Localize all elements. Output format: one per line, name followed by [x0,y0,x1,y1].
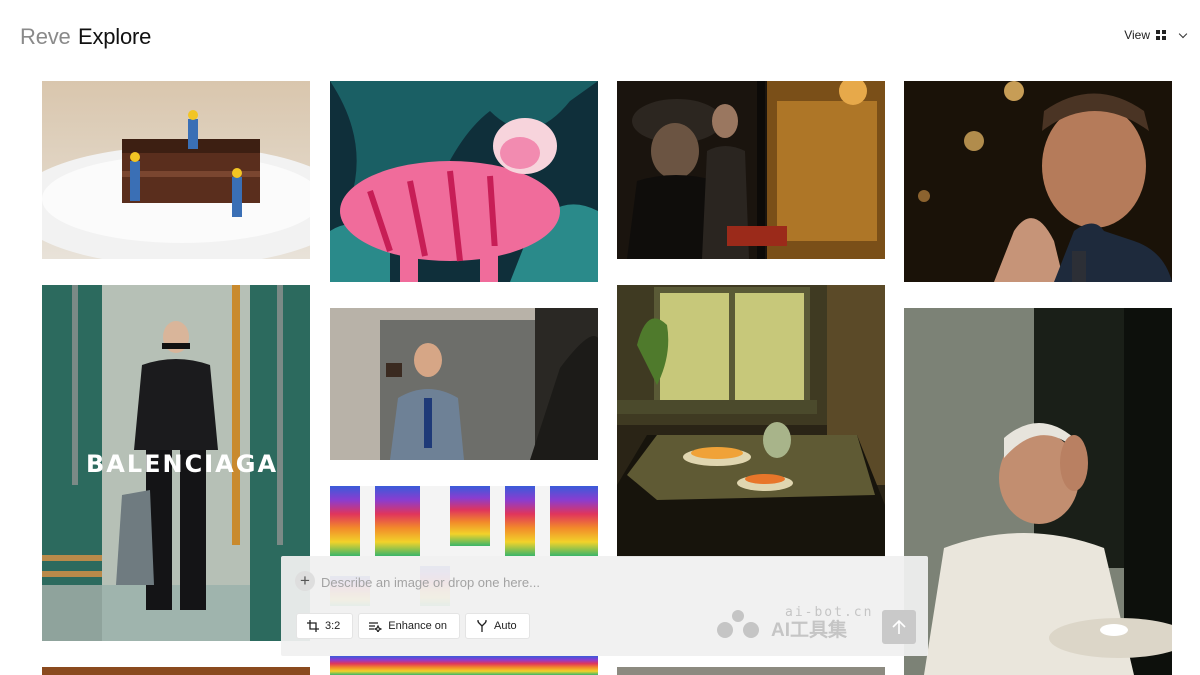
cake-workers-image[interactable] [42,81,310,259]
arrow-up-icon [892,619,906,634]
old-man-cafe-image[interactable] [904,308,1172,675]
bar-window-men-image[interactable] [617,81,885,259]
aspect-ratio-button[interactable]: 3:2 [296,613,354,639]
plus-icon: + [300,571,310,590]
top-bar: Reve Explore View [0,0,1200,75]
submit-button[interactable] [882,610,916,644]
watermark-logo-icon [717,610,759,638]
enhance-label: Enhance on [388,620,448,632]
mirror-tie-man-image[interactable] [330,308,598,460]
enhance-icon [369,622,383,632]
sparkle-branch-icon [477,620,488,632]
aspect-ratio-label: 3:2 [325,620,341,632]
add-image-button[interactable]: + [295,571,315,591]
view-label: View [1124,28,1150,42]
brand-overlay-text: BALENCIAGA [86,450,279,478]
prompt-input[interactable] [321,571,881,593]
kitchen-table-window-image[interactable] [617,285,885,557]
enhance-toggle-button[interactable]: Enhance on [358,613,461,639]
watermark-url: ai-bot.cn [785,605,874,620]
model-auto-label: Auto [494,620,517,632]
chevron-down-icon [1178,29,1188,38]
view-toggle-button[interactable]: View [1124,28,1188,42]
brand-logo[interactable]: Reve [20,24,71,50]
model-auto-button[interactable]: Auto [465,613,530,639]
bottom-image-partial[interactable] [617,667,885,675]
watermark-title: AI工具集 [771,620,848,641]
man-praying-hands-image[interactable] [904,81,1172,282]
watermark: ai-bot.cn AI工具集 [713,606,873,640]
grid-icon [1156,30,1166,40]
crop-icon [307,620,319,632]
page-title[interactable]: Explore [78,24,151,50]
balenciaga-model-image[interactable]: BALENCIAGA [42,285,310,641]
autumn-image-partial[interactable] [42,667,310,675]
pink-tiger-image[interactable] [330,81,598,282]
